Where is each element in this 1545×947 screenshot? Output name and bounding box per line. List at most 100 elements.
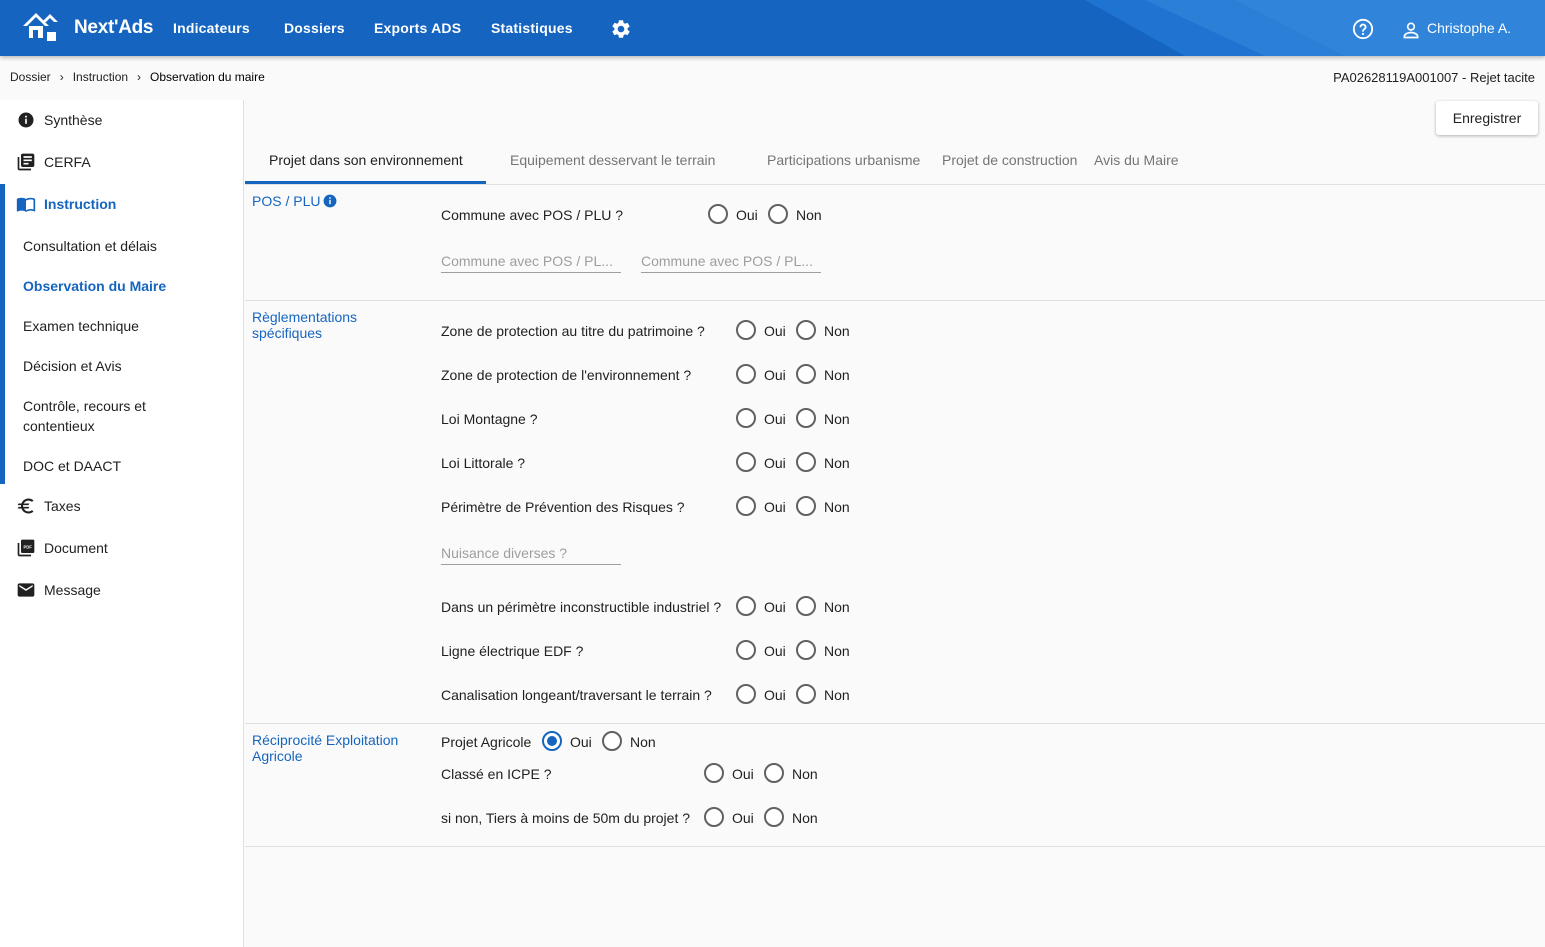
breadcrumb-instruction[interactable]: Instruction xyxy=(73,70,128,84)
radio-canalisation-non[interactable] xyxy=(796,684,816,704)
question-tiers-50m: si non, Tiers à moins de 50m du projet ? xyxy=(441,810,691,826)
radio-inconstructible-oui[interactable] xyxy=(736,596,756,616)
tab-projet-environnement[interactable]: Projet dans son environnement xyxy=(269,152,463,168)
tab-bar: Projet dans son environnement Equipement… xyxy=(245,140,1545,185)
radio-tiers-non[interactable] xyxy=(764,807,784,827)
sidebar-sub-doc-daact[interactable]: DOC et DAACT xyxy=(23,456,223,476)
radio-commune-pos-non[interactable] xyxy=(768,204,788,224)
sidebar-item-message[interactable]: Message xyxy=(0,572,244,608)
mail-icon xyxy=(17,583,35,597)
radio-littorale-non[interactable] xyxy=(796,452,816,472)
question-patrimoine: Zone de protection au titre du patrimoin… xyxy=(441,323,705,339)
section-reglementations: Règlementations spécifiques Zone de prot… xyxy=(245,301,1545,724)
radio-label-oui: Oui xyxy=(764,323,786,339)
radio-label-oui: Oui xyxy=(764,599,786,615)
sidebar-sub-consultation[interactable]: Consultation et délais xyxy=(23,236,223,256)
radio-edf-oui[interactable] xyxy=(736,640,756,660)
radio-label-non: Non xyxy=(824,499,850,515)
sidebar-item-label: Instruction xyxy=(44,196,117,212)
radio-montagne-oui[interactable] xyxy=(736,408,756,428)
info-icon[interactable] xyxy=(323,194,337,208)
radio-inconstructible-non[interactable] xyxy=(796,596,816,616)
nav-exports-ads[interactable]: Exports ADS xyxy=(374,20,461,36)
info-icon xyxy=(18,112,34,128)
save-button[interactable]: Enregistrer xyxy=(1436,101,1538,135)
radio-label-oui: Oui xyxy=(732,810,754,826)
pdf-icon: PDF xyxy=(17,539,35,557)
user-name[interactable]: Christophe A. xyxy=(1427,20,1511,36)
radio-montagne-non[interactable] xyxy=(796,408,816,428)
radio-canalisation-oui[interactable] xyxy=(736,684,756,704)
radio-environnement-non[interactable] xyxy=(796,364,816,384)
radio-patrimoine-oui[interactable] xyxy=(736,320,756,340)
sidebar-item-label: Synthèse xyxy=(44,112,103,128)
nuisance-field[interactable] xyxy=(441,541,621,565)
svg-text:PDF: PDF xyxy=(24,544,33,549)
radio-label-oui: Oui xyxy=(732,766,754,782)
commune-pos-field-1[interactable] xyxy=(441,249,621,273)
sidebar-item-cerfa[interactable]: CERFA xyxy=(0,144,244,180)
breadcrumb: Dossier › Instruction › Observation du m… xyxy=(10,70,265,84)
sidebar-item-label: Taxes xyxy=(44,498,81,514)
sidebar-item-label: Message xyxy=(44,582,101,598)
tab-equipement[interactable]: Equipement desservant le terrain xyxy=(510,152,715,168)
help-icon[interactable] xyxy=(1352,18,1374,40)
nav-dossiers[interactable]: Dossiers xyxy=(284,20,345,36)
sidebar-sub-controle[interactable]: Contrôle, recours et contentieux xyxy=(23,396,173,436)
library-books-icon xyxy=(17,153,35,171)
radio-environnement-oui[interactable] xyxy=(736,364,756,384)
breadcrumb-current: Observation du maire xyxy=(150,70,265,84)
sidebar-item-label: CERFA xyxy=(44,154,91,170)
user-icon[interactable] xyxy=(1401,20,1421,40)
question-environnement: Zone de protection de l'environnement ? xyxy=(441,367,692,383)
question-projet-agricole: Projet Agricole xyxy=(441,734,532,750)
euro-icon xyxy=(17,498,34,514)
radio-label-non: Non xyxy=(824,687,850,703)
radio-tiers-oui[interactable] xyxy=(704,807,724,827)
sidebar-item-taxes[interactable]: Taxes xyxy=(0,488,244,524)
tab-projet-construction[interactable]: Projet de construction xyxy=(942,152,1077,168)
sidebar-sub-examen[interactable]: Examen technique xyxy=(23,316,223,336)
question-loi-littorale: Loi Littorale ? xyxy=(441,455,526,471)
dossier-reference: PA02628119A001007 - Rejet tacite xyxy=(1333,70,1535,85)
breadcrumb-dossier[interactable]: Dossier xyxy=(10,70,51,84)
radio-label-oui: Oui xyxy=(764,499,786,515)
section-title: Réciprocité Exploitation Agricole xyxy=(252,732,399,764)
radio-icpe-oui[interactable] xyxy=(704,763,724,783)
sidebar: Synthèse CERFA Instruction Consultation … xyxy=(0,100,244,947)
commune-pos-field-2[interactable] xyxy=(641,249,821,273)
radio-label-non: Non xyxy=(824,323,850,339)
radio-label-non: Non xyxy=(824,455,850,471)
gear-icon[interactable] xyxy=(610,18,632,40)
active-tab-indicator xyxy=(245,181,486,184)
nav-indicateurs[interactable]: Indicateurs xyxy=(173,20,250,36)
sidebar-item-instruction[interactable]: Instruction xyxy=(0,186,244,222)
radio-label-oui: Oui xyxy=(570,734,592,750)
radio-littorale-oui[interactable] xyxy=(736,452,756,472)
radio-patrimoine-non[interactable] xyxy=(796,320,816,340)
sidebar-sub-observation[interactable]: Observation du Maire xyxy=(23,276,223,296)
radio-label-oui: Oui xyxy=(764,367,786,383)
sidebar-sub-decision[interactable]: Décision et Avis xyxy=(23,356,223,376)
radio-agricole-oui[interactable] xyxy=(542,731,562,751)
app-name[interactable]: Next'Ads xyxy=(74,17,154,39)
radio-edf-non[interactable] xyxy=(796,640,816,660)
nav-statistiques[interactable]: Statistiques xyxy=(491,20,573,36)
radio-icpe-non[interactable] xyxy=(764,763,784,783)
tab-avis-maire[interactable]: Avis du Maire xyxy=(1094,152,1179,168)
radio-commune-pos-oui[interactable] xyxy=(708,204,728,224)
sidebar-item-synthese[interactable]: Synthèse xyxy=(0,102,244,138)
question-icpe: Classé en ICPE ? xyxy=(441,766,552,782)
tab-participations[interactable]: Participations urbanisme xyxy=(767,152,920,168)
radio-risques-oui[interactable] xyxy=(736,496,756,516)
sidebar-item-document[interactable]: PDF Document xyxy=(0,530,244,566)
chevron-right-icon: › xyxy=(59,70,64,84)
section-title: Règlementations spécifiques xyxy=(252,309,358,341)
radio-agricole-non[interactable] xyxy=(602,731,622,751)
active-group-indicator xyxy=(0,184,5,484)
radio-risques-non[interactable] xyxy=(796,496,816,516)
logo-icon[interactable] xyxy=(20,10,58,42)
question-ligne-edf: Ligne électrique EDF ? xyxy=(441,643,584,659)
radio-label-non: Non xyxy=(792,810,818,826)
radio-label-non: Non xyxy=(824,411,850,427)
